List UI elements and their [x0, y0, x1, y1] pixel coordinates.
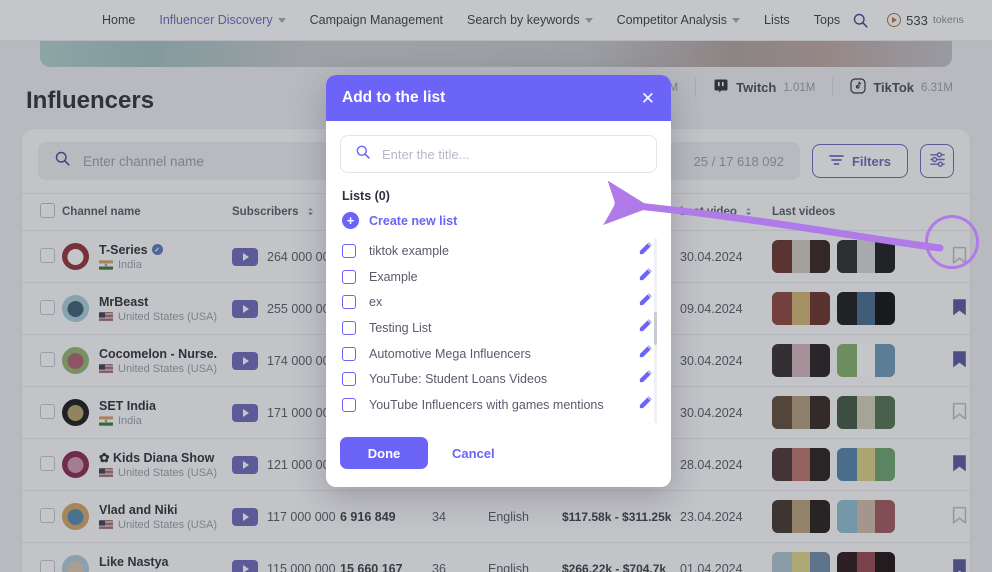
- lists-scrollbar[interactable]: [654, 238, 657, 423]
- lists-count-label: Lists (0): [342, 189, 657, 203]
- pencil-icon[interactable]: [638, 421, 653, 423]
- pencil-icon[interactable]: [638, 241, 653, 261]
- pencil-icon[interactable]: [638, 318, 653, 338]
- list-item-label: Example: [369, 270, 418, 284]
- list-item-label: ex: [369, 295, 382, 309]
- list-title-placeholder: Enter the title...: [382, 147, 469, 162]
- list-item[interactable]: ex: [340, 289, 653, 315]
- list-item-checkbox[interactable]: [342, 372, 356, 386]
- list-item[interactable]: YouTube Influencers with games mentions: [340, 392, 653, 418]
- list-item-label: YouTube: Student Loans Videos: [369, 372, 547, 386]
- modal-footer: Done Cancel: [326, 423, 671, 487]
- list-item-checkbox[interactable]: [342, 295, 356, 309]
- list-item-checkbox[interactable]: [342, 244, 356, 258]
- lists-scroll-area[interactable]: tiktok example Example ex Testing List Autom…: [340, 238, 657, 423]
- list-item-checkbox[interactable]: [342, 347, 356, 361]
- modal-title: Add to the list: [342, 89, 445, 107]
- list-item-checkbox[interactable]: [342, 270, 356, 284]
- close-icon[interactable]: ✕: [641, 90, 655, 107]
- done-button[interactable]: Done: [340, 437, 428, 469]
- lists-container: tiktok example Example ex Testing List Autom…: [340, 238, 653, 423]
- lists-scrollbar-thumb[interactable]: [654, 312, 657, 345]
- list-item[interactable]: YouTube: Student Loans Videos: [340, 366, 653, 392]
- pencil-icon[interactable]: [638, 267, 653, 287]
- list-item[interactable]: Automotive Mega Influencers: [340, 341, 653, 367]
- list-item[interactable]: Another Influencers List: [340, 418, 653, 423]
- list-item-label: YouTube Influencers with games mentions: [369, 398, 604, 412]
- create-new-list-button[interactable]: + Create new list: [342, 212, 657, 229]
- list-item-checkbox[interactable]: [342, 321, 356, 335]
- pencil-icon[interactable]: [638, 369, 653, 389]
- pencil-icon[interactable]: [638, 292, 653, 312]
- list-item-checkbox[interactable]: [342, 398, 356, 412]
- app-root: Home Influencer Discovery Campaign Manag…: [0, 0, 992, 572]
- modal-body: Enter the title... Lists (0) + Create ne…: [326, 121, 671, 423]
- list-item[interactable]: Example: [340, 264, 653, 290]
- cancel-button[interactable]: Cancel: [438, 446, 509, 461]
- add-to-list-modal: Add to the list ✕ Enter the title... Lis…: [326, 75, 671, 487]
- plus-circle-icon: +: [342, 212, 359, 229]
- pencil-icon[interactable]: [638, 395, 653, 415]
- list-item[interactable]: tiktok example: [340, 238, 653, 264]
- list-item[interactable]: Testing List: [340, 315, 653, 341]
- list-title-search-input[interactable]: Enter the title...: [340, 135, 657, 173]
- create-new-list-label: Create new list: [369, 214, 457, 228]
- list-item-label: Automotive Mega Influencers: [369, 347, 531, 361]
- modal-header: Add to the list ✕: [326, 75, 671, 121]
- list-item-label: tiktok example: [369, 244, 449, 258]
- pencil-icon[interactable]: [638, 344, 653, 364]
- search-icon: [355, 144, 371, 165]
- list-item-label: Testing List: [369, 321, 432, 335]
